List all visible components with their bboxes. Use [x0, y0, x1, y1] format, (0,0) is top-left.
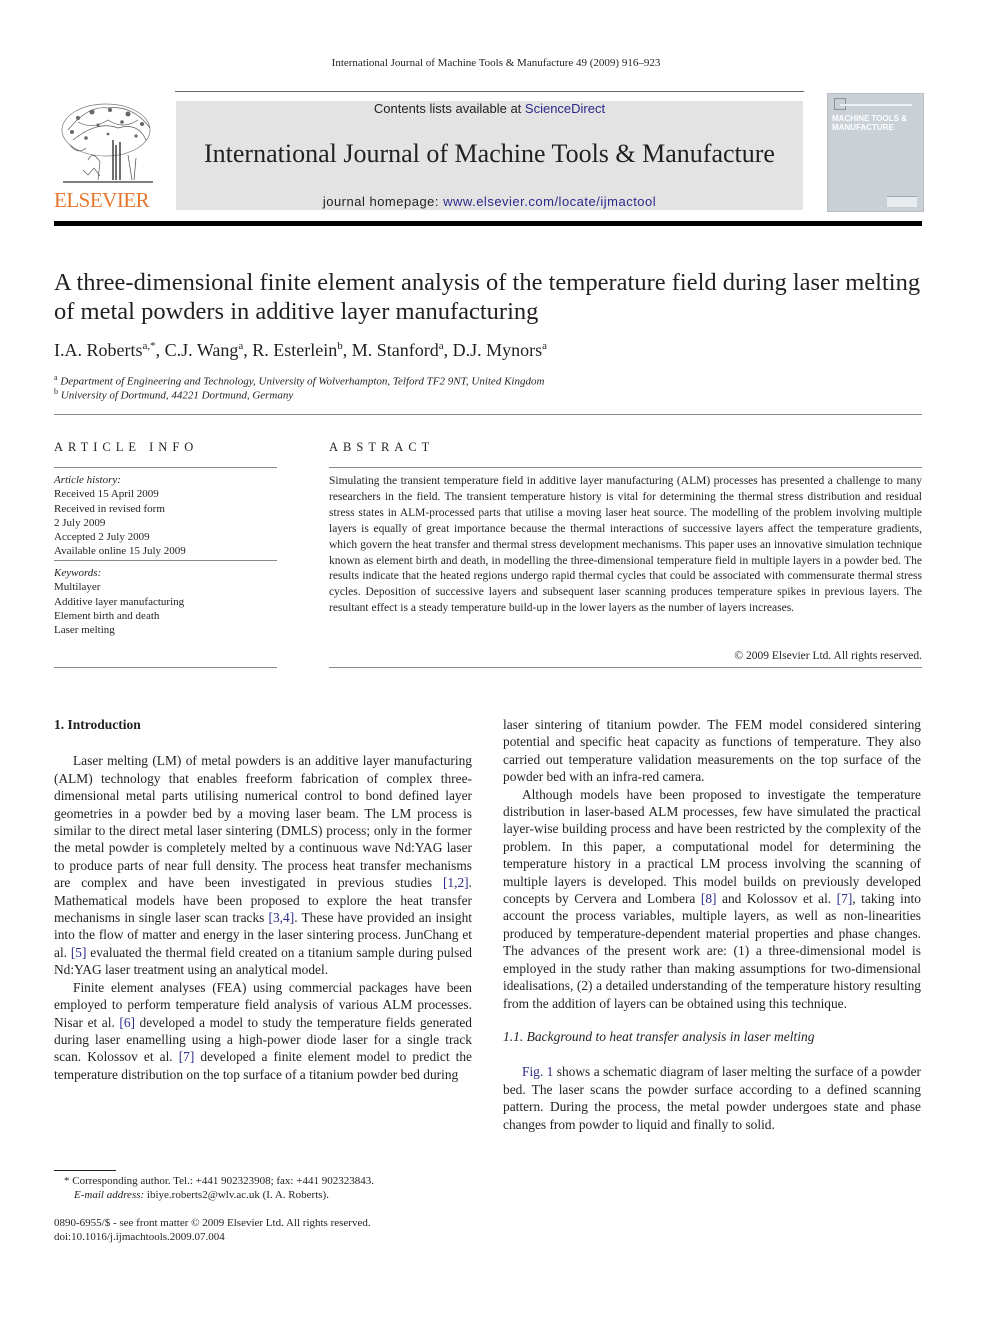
article-history: Article history: Received 15 April 2009 … [54, 473, 279, 559]
author-sup: b [337, 340, 343, 352]
journal-cover-thumbnail: MACHINE TOOLS & MANUFACTURE [827, 93, 924, 212]
history-label: Article history: [54, 474, 121, 486]
paragraph: Fig. 1 shows a schematic diagram of lase… [503, 1063, 921, 1133]
keyword: Element birth and death [54, 609, 160, 622]
keyword: Additive layer manufacturing [54, 595, 185, 608]
affiliation-text: Department of Engineering and Technology… [60, 375, 545, 388]
left-column: 1. Introduction Laser melting (LM) of me… [54, 716, 472, 1083]
contents-line: Contents lists available at ScienceDirec… [176, 101, 803, 116]
author-sup: a [542, 340, 548, 352]
sciencedirect-link[interactable]: ScienceDirect [525, 101, 605, 116]
email-note: E-mail address: ibiye.roberts2@wlv.ac.uk… [54, 1188, 504, 1203]
homepage-prefix: journal homepage: [322, 194, 444, 209]
citation-link[interactable]: [6] [119, 1015, 135, 1030]
subsection-heading: 1.1. Background to heat transfer analysi… [503, 1028, 815, 1044]
text: , taking into account the process variab… [503, 891, 921, 1011]
running-head: International Journal of Machine Tools &… [331, 57, 661, 69]
issn-line: 0890-6955/$ - see front matter © 2009 El… [54, 1217, 371, 1229]
corresponding-author-note: * Corresponding author. Tel.: +441 90232… [64, 1175, 374, 1187]
divider [329, 467, 922, 468]
divider [54, 467, 277, 468]
affiliation-sup: a [54, 373, 58, 382]
publisher-logo: ELSEVIER [54, 100, 166, 214]
cover-badge-icon [887, 196, 917, 207]
citation-link[interactable]: [3,4] [269, 910, 295, 925]
cover-title: MACHINE TOOLS & MANUFACTURE [832, 114, 907, 132]
keyword: Laser melting [54, 624, 115, 637]
paragraph: Laser melting (LM) of metal powders is a… [54, 752, 472, 978]
divider [329, 667, 922, 668]
author: R. Esterlein [252, 340, 338, 360]
citation-link[interactable]: [7] [179, 1049, 195, 1064]
author-list: I.A. Robertsa,*, C.J. Wanga, R. Esterlei… [54, 340, 548, 360]
text: Although models have been proposed to in… [503, 786, 921, 907]
abstract-text: Simulating the transient temperature fie… [329, 475, 922, 615]
author-sup: a [238, 340, 244, 352]
affiliation-text: University of Dortmund, 44221 Dortmund, … [60, 389, 294, 402]
author: C.J. Wang [164, 340, 239, 360]
author-sup: a [438, 340, 444, 352]
elsevier-tree-logo-icon [61, 103, 153, 183]
figure-link[interactable]: Fig. 1 [522, 1064, 553, 1079]
cover-subtitle-bar [840, 104, 912, 106]
journal-name: International Journal of Machine Tools &… [204, 139, 775, 168]
elsevier-wordmark: ELSEVIER [54, 188, 150, 212]
paragraph: laser sintering of titanium powder. The … [503, 717, 921, 785]
journal-homepage-link[interactable]: www.elsevier.com/locate/ijmactool [443, 194, 656, 209]
article-title: A three-dimensional finite element analy… [54, 269, 921, 325]
author-sup: a,* [142, 340, 156, 352]
affiliation-sup: b [54, 387, 58, 396]
affiliation: b University of Dortmund, 44221 Dortmund… [54, 387, 293, 402]
history-item: Accepted 2 July 2009 [54, 531, 150, 544]
keywords: Keywords: Multilayer Additive layer manu… [54, 566, 279, 637]
text: and Kolossov et al. [716, 891, 837, 907]
history-item: 2 July 2009 [54, 516, 106, 529]
affiliation: a Department of Engineering and Technolo… [54, 373, 544, 388]
right-column: laser sintering of titanium powder. The … [503, 716, 921, 1133]
email-address[interactable]: ibiye.roberts2@wlv.ac.uk (I. A. Roberts)… [144, 1189, 329, 1201]
footnote-rule [54, 1170, 116, 1171]
divider [54, 414, 922, 415]
keyword: Multilayer [54, 581, 101, 594]
abstract-copyright: © 2009 Elsevier Ltd. All rights reserved… [734, 650, 922, 662]
doi-line[interactable]: doi:10.1016/j.ijmachtools.2009.07.004 [54, 1230, 484, 1245]
citation-link[interactable]: [8] [701, 891, 717, 906]
paragraph: Finite element analyses (FEA) using comm… [54, 979, 472, 1083]
author: I.A. Roberts [54, 340, 143, 360]
history-item: Received in revised form [54, 502, 165, 515]
divider [54, 560, 277, 561]
homepage-line: journal homepage: www.elsevier.com/locat… [176, 194, 803, 209]
text: shows a schematic diagram of laser melti… [503, 1064, 921, 1132]
author: M. Stanford [351, 340, 439, 360]
contents-prefix: Contents lists available at [373, 101, 525, 116]
history-item: Available online 15 July 2009 [54, 545, 186, 558]
journal-banner: Contents lists available at ScienceDirec… [176, 101, 803, 210]
section-heading: 1. Introduction [54, 717, 141, 732]
article-info-heading: ARTICLE INFO [54, 440, 199, 454]
keywords-label: Keywords: [54, 567, 102, 579]
abstract-heading: ABSTRACT [329, 440, 435, 454]
author: D.J. Mynors [452, 340, 543, 360]
text: Laser melting (LM) of metal powders is a… [54, 753, 472, 891]
header-thick-rule [54, 221, 922, 226]
citation-link[interactable]: [7] [837, 891, 853, 906]
citation-link[interactable]: [5] [71, 945, 87, 960]
text: evaluated the thermal field created on a… [54, 944, 472, 978]
header-rule [175, 91, 804, 92]
citation-link[interactable]: [1,2] [443, 875, 469, 890]
paragraph: Although models have been proposed to in… [503, 786, 921, 1012]
email-label: E-mail address: [74, 1189, 145, 1201]
divider [54, 667, 277, 668]
history-item: Received 15 April 2009 [54, 488, 159, 501]
